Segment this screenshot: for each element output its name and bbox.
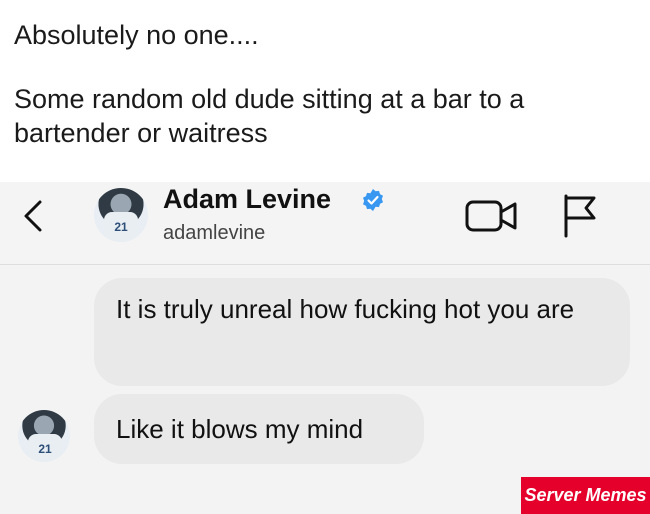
message-text-1: It is truly unreal how fucking hot you a… [116, 294, 575, 324]
meme-caption: Absolutely no one.... Some random old du… [14, 18, 634, 150]
message-bubble-1: It is truly unreal how fucking hot you a… [94, 278, 630, 386]
server-memes-watermark: Server Memes [521, 477, 650, 514]
message-bubble-2: Like it blows my mind [94, 394, 424, 464]
chat-header: 21 Adam Levine adamlevine [0, 182, 650, 265]
caption-line-1: Absolutely no one.... [14, 20, 259, 50]
verified-badge-icon [363, 189, 383, 211]
flag-icon[interactable] [558, 192, 602, 240]
message-text-2: Like it blows my mind [116, 414, 364, 444]
avatar-jersey-number: 21 [104, 212, 138, 242]
avatar[interactable]: 21 [94, 188, 148, 242]
sender-avatar[interactable]: 21 [18, 410, 70, 462]
caption-line-2: Some random old dude sitting at a bar to… [14, 84, 525, 148]
contact-name[interactable]: Adam Levine [163, 184, 331, 215]
dm-screenshot: 21 Adam Levine adamlevine It is truly un… [0, 182, 650, 514]
contact-handle: adamlevine [163, 222, 266, 244]
back-arrow-icon[interactable] [14, 196, 54, 236]
video-call-icon[interactable] [463, 196, 523, 236]
avatar-jersey-number-2: 21 [28, 434, 62, 462]
